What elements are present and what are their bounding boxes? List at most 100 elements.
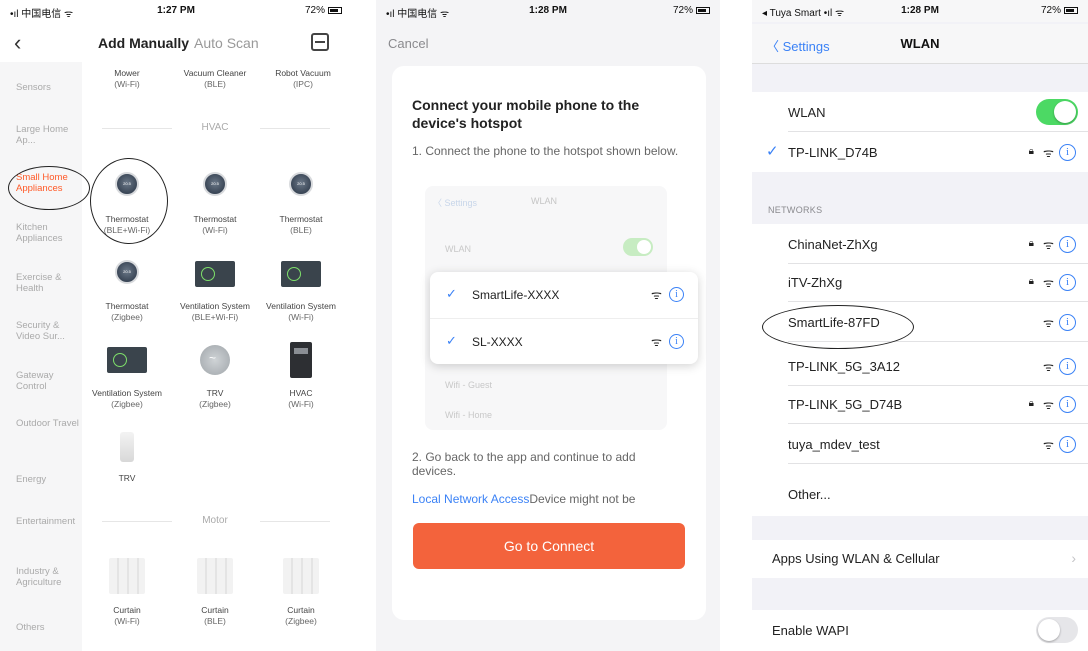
- info-icon[interactable]: i: [1059, 358, 1076, 375]
- device-name: HVAC: [289, 388, 313, 398]
- wifi-icon: ᯤ: [651, 288, 662, 302]
- wlan-toggle-row: WLAN: [752, 94, 1088, 132]
- sidebar-item-others[interactable]: Others: [16, 622, 80, 633]
- device-name: Ventilation System: [180, 301, 250, 311]
- device-tile[interactable]: Curtain (BLE): [174, 605, 256, 627]
- network-row[interactable]: iTV-ZhXg 🔒︎ ᯤ i: [752, 264, 1088, 302]
- wlan-toggle[interactable]: [1036, 99, 1078, 125]
- sidebar-item-outdoor-travel[interactable]: Outdoor Travel: [16, 418, 80, 429]
- battery-percent: 72%: [304, 5, 325, 16]
- device-protocol: (IPC): [293, 79, 313, 89]
- lock-icon: 🔒︎: [1028, 398, 1034, 409]
- device-tile[interactable]: Ventilation System (BLE+Wi-Fi): [172, 301, 258, 323]
- device-tile[interactable]: Mower (Wi-Fi): [86, 68, 168, 90]
- device-tile[interactable]: Curtain (Wi-Fi): [86, 605, 168, 627]
- battery-icon: [1064, 6, 1078, 14]
- list-item: ✓ SmartLife-XXXX ᯤ i: [430, 272, 698, 318]
- thermostat-icon: [203, 172, 227, 196]
- list-item: ✓ SL-XXXX ᯤ i: [430, 318, 698, 364]
- carrier-text: ◂ Tuya Smart •ıl ᯤ: [762, 8, 845, 19]
- device-protocol: (BLE+Wi-Fi): [191, 312, 239, 322]
- network-row[interactable]: TP-LINK_5G_D74B 🔒︎ ᯤ i: [752, 386, 1088, 424]
- sidebar-item-industry-agriculture[interactable]: Industry & Agriculture: [16, 566, 80, 588]
- device-tile[interactable]: Thermostat (Wi-Fi): [174, 214, 256, 236]
- page-title: Connect your mobile phone to the device'…: [412, 97, 640, 131]
- wlan-label: WLAN: [788, 105, 826, 120]
- ventilation-icon: [195, 261, 235, 287]
- scan-icon[interactable]: [311, 33, 329, 51]
- apps-using-wlan-row[interactable]: Apps Using WLAN & Cellular ›: [752, 540, 1088, 578]
- device-protocol: (Zigbee): [111, 312, 143, 322]
- connected-network-row[interactable]: ✓ TP-LINK_D74B 🔒︎ ᯤ i: [752, 134, 1088, 172]
- device-tile[interactable]: Curtain (Zigbee): [260, 605, 342, 627]
- network-row[interactable]: TP-LINK_5G_3A12 ᯤ i: [752, 348, 1088, 386]
- device-tile[interactable]: TRV: [86, 473, 168, 484]
- illustration-title: WLAN: [531, 196, 558, 206]
- device-protocol: (Wi-Fi): [114, 79, 140, 89]
- device-tile[interactable]: HVAC (Wi-Fi): [260, 388, 342, 410]
- device-protocol: (BLE): [290, 225, 312, 235]
- divider: [788, 463, 1088, 464]
- section-title-motor: Motor: [202, 515, 228, 526]
- tab-auto-scan[interactable]: Auto Scan: [194, 35, 259, 51]
- sidebar-item-entertainment[interactable]: Entertainment: [16, 516, 75, 527]
- illustration-back-label: 〈 Settings: [433, 198, 478, 208]
- device-protocol: (Zigbee): [199, 399, 231, 409]
- sidebar-item-security-video[interactable]: Security & Video Sur...: [16, 320, 80, 342]
- status-bar: ◂ Tuya Smart •ıl ᯤ 1:28 PM 72%: [752, 0, 1088, 22]
- sidebar-item-energy[interactable]: Energy: [16, 474, 80, 485]
- wifi-icon: ᯤ: [1043, 316, 1054, 330]
- divider: [788, 131, 1088, 132]
- go-to-connect-button[interactable]: Go to Connect: [413, 523, 685, 569]
- status-bar: •ıl 中国电信 ᯤ 1:28 PM 72%: [376, 0, 720, 22]
- device-tile[interactable]: TRV (Zigbee): [174, 388, 256, 410]
- battery-icon: [696, 6, 710, 14]
- sidebar-item-sensors[interactable]: Sensors: [16, 82, 80, 93]
- tab-add-manually[interactable]: Add Manually: [98, 35, 189, 51]
- network-row[interactable]: ChinaNet-ZhXg 🔒︎ ᯤ i: [752, 226, 1088, 264]
- divider: [260, 521, 330, 522]
- device-tile[interactable]: Thermostat (Zigbee): [86, 301, 168, 323]
- device-tile[interactable]: Robot Vacuum (IPC): [262, 68, 344, 90]
- device-tile[interactable]: Ventilation System (Zigbee): [84, 388, 170, 410]
- wapi-toggle[interactable]: [1036, 617, 1078, 643]
- info-icon[interactable]: i: [1059, 314, 1076, 331]
- sidebar-item-kitchen-appliances[interactable]: Kitchen Appliances: [16, 222, 80, 244]
- illustration-guest-network: Wifi - Guest: [445, 380, 493, 390]
- device-tile[interactable]: Thermostat (BLE): [260, 214, 342, 236]
- info-icon[interactable]: i: [1059, 396, 1076, 413]
- local-network-access-link[interactable]: Local Network Access: [412, 492, 529, 506]
- device-tile[interactable]: Vacuum Cleaner (BLE): [174, 68, 256, 90]
- device-tile[interactable]: Ventilation System (Wi-Fi): [258, 301, 344, 323]
- hvac-icon: [290, 342, 312, 378]
- device-name: Mower: [114, 68, 140, 78]
- navigation-bar: 〈 Settings WLAN: [752, 24, 1088, 64]
- lock-icon: 🔒︎: [1028, 276, 1034, 287]
- back-chevron-icon[interactable]: ‹: [14, 30, 21, 56]
- info-icon[interactable]: i: [1059, 436, 1076, 453]
- network-row[interactable]: tuya_mdev_test ᯤ i: [752, 426, 1088, 464]
- apps-group[interactable]: Apps Using WLAN & Cellular ›: [752, 540, 1088, 578]
- sidebar-item-gateway-control[interactable]: Gateway Control: [16, 370, 80, 392]
- highlight-circle: [90, 158, 168, 244]
- back-button[interactable]: 〈 Settings: [766, 36, 830, 55]
- ventilation-icon: [107, 347, 147, 373]
- curtain-icon: [197, 558, 233, 594]
- step-2-text: 2. Go back to the app and continue to ad…: [412, 450, 636, 478]
- divider: [102, 521, 172, 522]
- info-icon[interactable]: i: [1059, 236, 1076, 253]
- device-name: Curtain: [287, 605, 315, 615]
- ios-wlan-settings-screen: ◂ Tuya Smart •ıl ᯤ 1:28 PM 72% 〈 Setting…: [752, 0, 1088, 651]
- enable-wapi-label: Enable WAPI: [772, 623, 849, 638]
- note-text: Device might not be: [529, 492, 636, 506]
- info-icon[interactable]: i: [1059, 274, 1076, 291]
- cancel-button[interactable]: Cancel: [388, 36, 428, 51]
- curtain-icon: [283, 558, 319, 594]
- sidebar-item-exercise-health[interactable]: Exercise & Health: [16, 272, 80, 294]
- wifi-icon: ᯤ: [1043, 146, 1054, 160]
- info-icon[interactable]: i: [1059, 144, 1076, 161]
- section-title-hvac: HVAC: [201, 122, 229, 133]
- other-network-row[interactable]: Other...: [752, 476, 1088, 514]
- device-name: Thermostat: [193, 214, 237, 224]
- sidebar-item-large-home-appliances[interactable]: Large Home Ap...: [16, 124, 80, 146]
